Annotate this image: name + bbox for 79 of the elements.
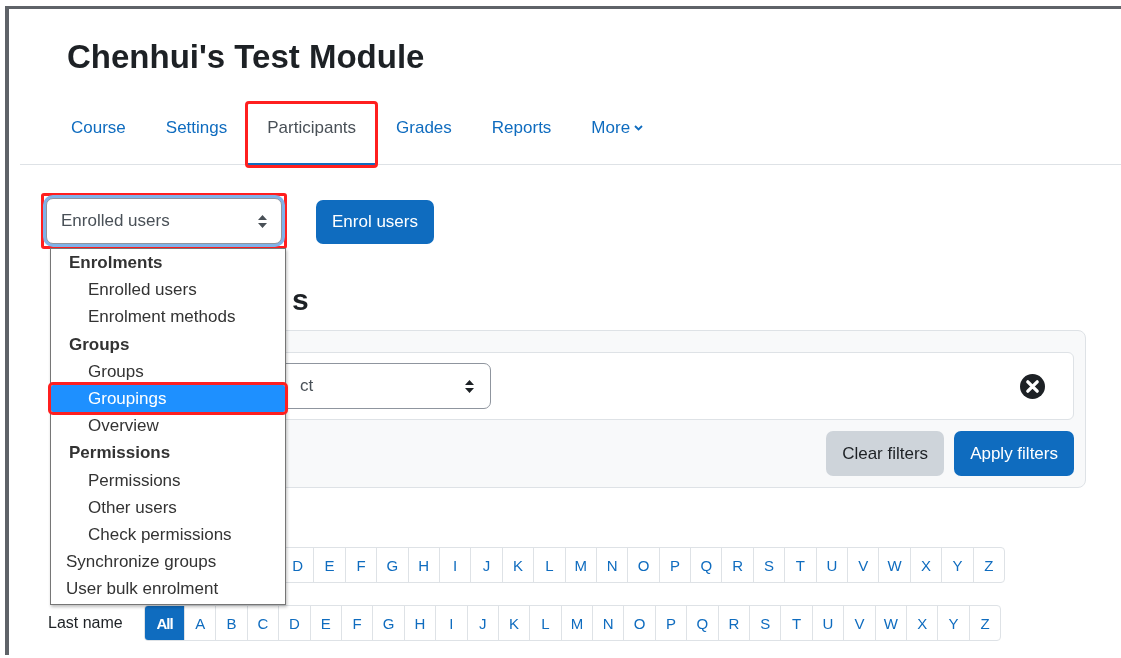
sort-arrows-icon [465,379,474,393]
nav-tab[interactable]: Grades [376,103,472,166]
menu-item[interactable]: Synchronize groups [51,548,285,576]
initial-letter-link[interactable]: N [595,548,628,582]
initial-letter-link[interactable]: H [407,548,439,582]
initial-letter-link[interactable]: K [497,606,530,640]
menu-item[interactable]: Check permissions [51,521,285,549]
apply-filters-button[interactable]: Apply filters [954,431,1074,476]
initial-letter-link[interactable]: J [466,606,498,640]
filter-label: Last name [47,614,124,632]
initial-letter-link[interactable]: K [501,548,534,582]
initial-letter-link[interactable]: S [752,548,785,582]
chevron-down-icon [634,125,644,131]
initial-letter-link[interactable]: W [878,548,910,582]
initial-letter-link[interactable]: E [313,548,345,582]
initial-letter-link[interactable]: B [215,606,247,640]
initial-letter-link[interactable]: R [721,548,753,582]
menu-item[interactable]: Enrolled users [51,276,285,304]
initial-letter-link[interactable]: Q [690,548,722,582]
initial-letter-link[interactable]: U [811,606,844,640]
menu-group-label: Groups [68,333,131,356]
nav-tab[interactable]: More [571,103,664,166]
menu-item[interactable]: Overview [51,412,285,440]
nav-tab[interactable]: Course [51,103,146,166]
initial-letter-link[interactable]: N [592,606,624,640]
initial-letter-link[interactable]: P [654,606,687,640]
nav-tab[interactable]: Participants [247,103,377,166]
initial-letter-link[interactable]: F [344,548,377,582]
menu-item[interactable]: User bulk enrolment [51,575,285,603]
menu-item[interactable]: Other users [51,493,285,522]
initial-letter-link[interactable]: Z [968,606,1001,640]
initial-letter-link[interactable]: O [623,606,655,640]
initial-letter-link[interactable]: R [717,606,750,640]
initial-letter-link[interactable]: I [435,606,467,640]
initial-letter-link[interactable]: U [815,548,848,582]
nav-tab[interactable]: Settings [145,103,248,166]
initial-letter-link[interactable]: All [145,606,184,640]
initial-letter-link[interactable]: E [309,606,341,640]
initial-letter-link[interactable]: S [749,606,781,640]
navigation-select[interactable]: Enrolled users [46,198,282,244]
initial-letter-link[interactable]: D [278,606,310,640]
menu-group-label: Permissions [68,442,172,465]
course-title: Chenhui's Test Module [66,37,425,77]
initial-letter-link[interactable]: X [906,606,938,640]
initial-letter-link[interactable]: H [403,606,436,640]
sort-arrows-icon [258,214,267,228]
clear-filters-button[interactable]: Clear filters [826,431,945,476]
menu-group-label: Enrolments [68,252,164,274]
menu-item[interactable]: Groupings [51,385,285,413]
initial-letter-link[interactable]: W [874,606,906,640]
initial-letter-link[interactable]: V [843,606,875,640]
nav-tab[interactable]: Reports [471,103,572,166]
initial-letter-link[interactable]: L [533,548,565,582]
initial-letter-link[interactable]: F [340,606,373,640]
menu-item[interactable]: Permissions [51,466,285,494]
menu-item[interactable]: Enrolment methods [51,303,285,331]
initial-letter-link[interactable]: T [784,548,816,582]
page-heading: s [292,283,309,317]
initial-letter-link[interactable]: V [847,548,879,582]
enrol-users-button[interactable]: Enrol users [316,200,434,244]
initial-letter-link[interactable]: I [438,548,471,582]
initial-letter-link[interactable]: C [246,606,279,640]
initial-letter-link[interactable]: G [376,548,408,582]
initial-letter-link[interactable]: T [780,606,812,640]
initial-letter-link[interactable]: M [564,548,596,582]
initial-letter-link[interactable]: Y [937,606,969,640]
initial-letter-link[interactable]: Q [686,606,718,640]
initial-letter-link[interactable]: L [529,606,561,640]
remove-icon[interactable] [1020,373,1045,399]
initial-letter-link[interactable]: D [282,548,314,582]
initial-letter-link[interactable]: Z [972,548,1004,582]
initial-letter-link[interactable]: M [560,606,593,640]
initial-letter-link[interactable]: G [372,606,404,640]
initial-letter-link[interactable]: A [184,606,216,640]
initial-letter-link[interactable]: J [470,548,502,582]
initial-letter-link[interactable]: O [627,548,659,582]
initial-letter-link[interactable]: Y [941,548,973,582]
initial-letter-link[interactable]: P [658,548,691,582]
initial-letter-link[interactable]: X [909,548,942,582]
